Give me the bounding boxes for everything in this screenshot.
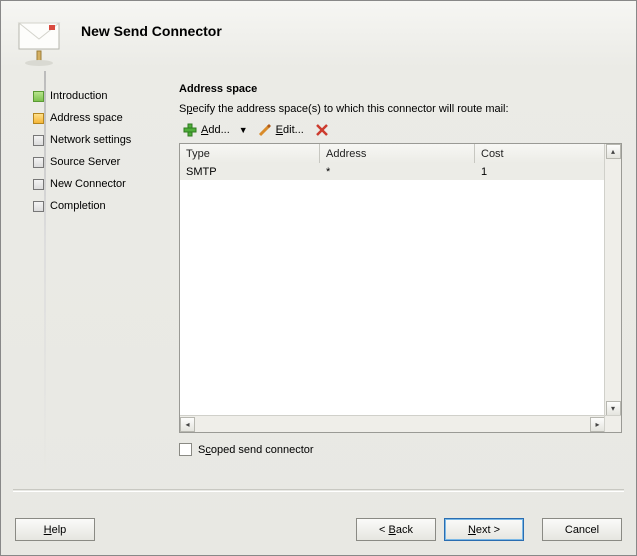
wizard-header: New Send Connector — [1, 1, 636, 75]
delete-button[interactable] — [311, 122, 333, 138]
wizard-title: New Send Connector — [81, 9, 222, 39]
delete-icon — [314, 122, 330, 138]
scroll-right-button[interactable]: ▸ — [590, 417, 605, 432]
step-pending-icon — [33, 157, 44, 168]
step-network-settings[interactable]: Network settings — [33, 129, 165, 151]
list-toolbar: Add... ▼ Edit... — [179, 119, 622, 141]
page-title: Address space — [179, 83, 622, 95]
add-dropdown[interactable]: ▼ — [239, 125, 248, 135]
list-row[interactable]: SMTP * 1 — [180, 163, 605, 180]
scrollbar-vertical[interactable]: ▴ ▾ — [604, 144, 621, 416]
wizard-icon — [13, 11, 73, 71]
step-address-space[interactable]: Address space — [33, 107, 165, 129]
column-type[interactable]: Type — [180, 144, 320, 163]
nav-connector-line — [44, 71, 46, 487]
wizard-footer: Help < Back Next > Cancel — [1, 518, 636, 541]
cancel-button[interactable]: Cancel — [542, 518, 622, 541]
next-button[interactable]: Next > — [444, 518, 524, 541]
scoped-checkbox-row: Scoped send connector — [179, 443, 622, 456]
cell-address: * — [320, 166, 475, 178]
scroll-down-button[interactable]: ▾ — [606, 401, 621, 416]
list-body: SMTP * 1 — [180, 163, 605, 416]
step-pending-icon — [33, 201, 44, 212]
column-cost[interactable]: Cost — [475, 144, 621, 163]
edit-button[interactable]: Edit... — [254, 122, 307, 138]
add-icon — [182, 122, 198, 138]
scrollbar-corner — [604, 415, 621, 432]
scrollbar-horizontal[interactable]: ◂ ▸ — [180, 415, 605, 432]
help-button[interactable]: Help — [15, 518, 95, 541]
step-introduction[interactable]: Introduction — [33, 85, 165, 107]
address-space-list: Type Address Cost SMTP * 1 ▴ ▾ — [179, 143, 622, 433]
list-header: Type Address Cost — [180, 144, 621, 164]
step-pending-icon — [33, 179, 44, 190]
wizard-page: Address space Specify the address space(… — [169, 75, 628, 456]
wizard-steps: Introduction Address space Network setti… — [9, 75, 169, 456]
step-pending-icon — [33, 135, 44, 146]
edit-icon — [257, 122, 273, 138]
step-done-icon — [33, 91, 44, 102]
footer-separator — [13, 489, 624, 492]
column-address[interactable]: Address — [320, 144, 475, 163]
back-button[interactable]: < Back — [356, 518, 436, 541]
step-completion[interactable]: Completion — [33, 195, 165, 217]
scroll-up-button[interactable]: ▴ — [606, 144, 621, 159]
page-instruction: Specify the address space(s) to which th… — [179, 103, 622, 115]
step-new-connector[interactable]: New Connector — [33, 173, 165, 195]
step-current-icon — [33, 113, 44, 124]
scoped-checkbox[interactable] — [179, 443, 192, 456]
scroll-left-button[interactable]: ◂ — [180, 417, 195, 432]
scoped-checkbox-label: Scoped send connector — [198, 444, 314, 456]
cell-type: SMTP — [180, 166, 320, 178]
cell-cost: 1 — [475, 166, 605, 178]
step-source-server[interactable]: Source Server — [33, 151, 165, 173]
add-button[interactable]: Add... — [179, 122, 233, 138]
wizard-window: New Send Connector Introduction Address … — [0, 0, 637, 556]
